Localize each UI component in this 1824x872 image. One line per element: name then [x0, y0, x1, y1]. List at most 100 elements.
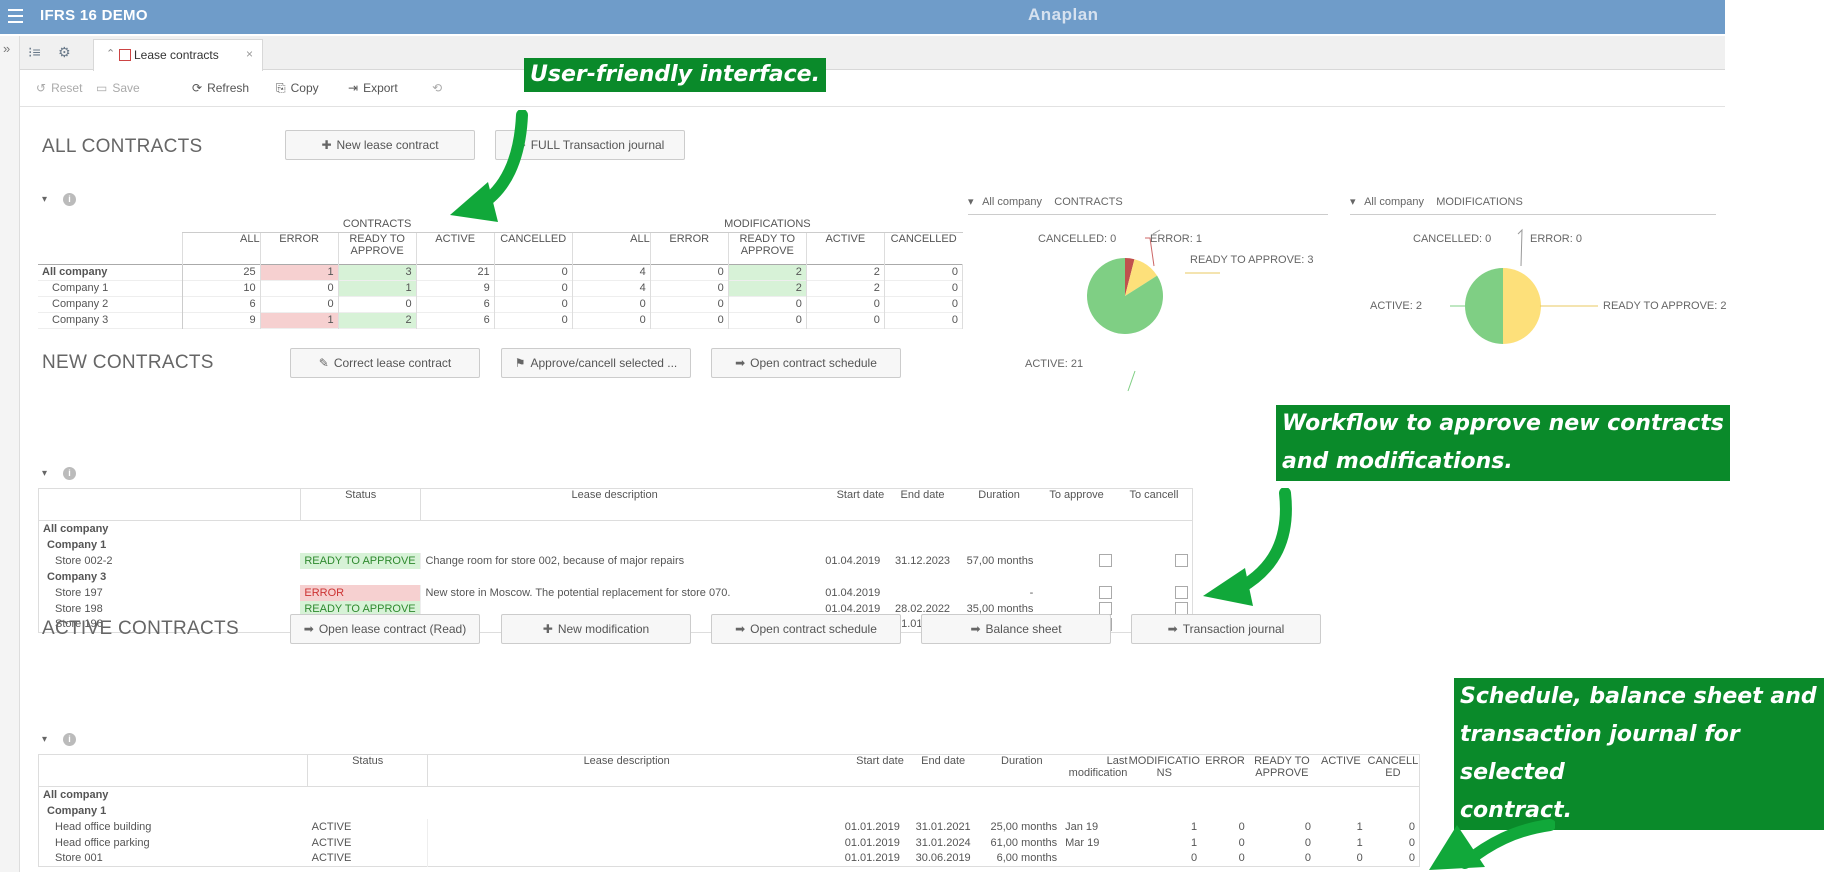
- row-label[interactable]: Company 1: [38, 280, 183, 296]
- table-cell[interactable]: 0: [494, 264, 573, 280]
- row-label[interactable]: Head office parking: [39, 835, 308, 851]
- table-row[interactable]: Store 002-2 READY TO APPROVE Change room…: [39, 552, 1193, 569]
- ready-cell[interactable]: 0: [1249, 819, 1315, 835]
- new-modification-button[interactable]: ✚ New modification: [501, 614, 691, 644]
- col-modifications[interactable]: MODIFICATIO NS: [1127, 755, 1201, 787]
- export-button[interactable]: ⇥ Export: [348, 81, 398, 95]
- col-to-approve[interactable]: To approve: [1037, 489, 1116, 521]
- error-cell[interactable]: 0: [1201, 835, 1249, 851]
- table-cell[interactable]: 0: [494, 296, 573, 312]
- back-icon[interactable]: ⟲: [432, 81, 442, 95]
- summary-col-header[interactable]: READY TO APPROVE: [727, 232, 807, 264]
- open-contract-schedule-button[interactable]: ➡ Open contract schedule: [711, 348, 901, 378]
- start-date-cell[interactable]: 01.01.2019: [825, 835, 904, 851]
- hamburger-menu-icon[interactable]: [8, 9, 23, 23]
- left-rail[interactable]: »: [0, 36, 20, 872]
- table-cell[interactable]: 0: [572, 296, 651, 312]
- table-cell[interactable]: 2: [338, 312, 417, 328]
- col-status[interactable]: Status: [299, 488, 421, 521]
- table-cell[interactable]: 0: [338, 296, 417, 312]
- cancelled-cell[interactable]: 0: [1367, 819, 1420, 835]
- modifications-cell[interactable]: 1: [1127, 835, 1201, 851]
- pie-company-label[interactable]: All company: [1364, 196, 1424, 208]
- table-cell[interactable]: 0: [494, 312, 573, 328]
- table-row[interactable]: Store 001 ACTIVE 01.01.2019 30.06.2019 6…: [39, 850, 1420, 867]
- start-date-cell[interactable]: 01.01.2019: [825, 851, 904, 867]
- collapse-icon[interactable]: ▾: [968, 196, 974, 208]
- table-cell[interactable]: 0: [260, 296, 339, 312]
- table-cell[interactable]: 25: [182, 264, 261, 280]
- last-modification-cell[interactable]: Jan 19: [1061, 819, 1127, 835]
- pin-icon[interactable]: ⌃: [106, 47, 115, 60]
- table-cell[interactable]: 9: [182, 312, 261, 328]
- table-cell[interactable]: 21: [416, 264, 495, 280]
- description-cell[interactable]: New store in Moscow. The potential repla…: [420, 584, 808, 601]
- table-cell[interactable]: 0: [650, 280, 729, 296]
- end-date-cell[interactable]: 31.01.2024: [904, 835, 983, 851]
- info-icon[interactable]: i: [63, 733, 76, 746]
- cancelled-cell[interactable]: 0: [1367, 851, 1420, 867]
- row-label[interactable]: Store 198: [39, 601, 301, 617]
- info-icon[interactable]: i: [63, 193, 76, 206]
- table-cell[interactable]: 6: [416, 296, 495, 312]
- start-date-cell[interactable]: 01.01.2019: [825, 819, 904, 835]
- expand-rail-icon[interactable]: »: [3, 41, 10, 56]
- col-status[interactable]: Status: [307, 754, 428, 787]
- table-cell[interactable]: 0: [650, 296, 729, 312]
- reset-button[interactable]: ↺ Reset: [36, 81, 82, 95]
- modifications-cell[interactable]: 0: [1127, 851, 1201, 867]
- table-cell[interactable]: 0: [650, 264, 729, 280]
- last-modification-cell[interactable]: Mar 19: [1061, 835, 1127, 851]
- table-cell[interactable]: 2: [728, 280, 807, 296]
- modifications-cell[interactable]: 1: [1127, 819, 1201, 835]
- to-approve-checkbox[interactable]: [1098, 586, 1112, 599]
- balance-sheet-button[interactable]: ➡ Balance sheet: [921, 614, 1111, 644]
- col-duration[interactable]: Duration: [982, 755, 1061, 787]
- col-description[interactable]: Lease description: [420, 488, 808, 521]
- summary-col-header[interactable]: CANCELLED: [883, 232, 963, 264]
- table-row[interactable]: Company 1 10 0 1 9 0 4 0 2 2 0: [38, 280, 964, 296]
- cancelled-cell[interactable]: 0: [1367, 835, 1420, 851]
- description-cell[interactable]: [427, 818, 826, 835]
- summary-col-header[interactable]: ERROR: [259, 232, 339, 264]
- col-last-modification[interactable]: Last modification: [1061, 755, 1128, 787]
- row-group-company-1[interactable]: Company 1: [39, 537, 301, 553]
- col-duration[interactable]: Duration: [961, 489, 1038, 521]
- end-date-cell[interactable]: 31.12.2023: [884, 553, 961, 569]
- table-row[interactable]: Head office parking ACTIVE 01.01.2019 31…: [39, 834, 1420, 851]
- table-cell[interactable]: 0: [806, 296, 885, 312]
- error-cell[interactable]: 0: [1201, 851, 1249, 867]
- table-cell[interactable]: 1: [260, 312, 339, 328]
- table-cell[interactable]: 0: [806, 312, 885, 328]
- table-cell[interactable]: 6: [416, 312, 495, 328]
- save-button[interactable]: ▭ Save: [96, 81, 140, 95]
- row-group-all-company[interactable]: All company: [39, 521, 301, 537]
- tab-lease-contracts[interactable]: ⌃ Lease contracts ×: [93, 39, 263, 71]
- start-date-cell[interactable]: 01.04.2019: [808, 585, 885, 601]
- end-date-cell[interactable]: [884, 585, 961, 601]
- table-cell[interactable]: 2: [806, 280, 885, 296]
- table-row[interactable]: Head office building ACTIVE 01.01.2019 3…: [39, 818, 1420, 835]
- summary-col-header[interactable]: READY TO APPROVE: [337, 232, 417, 264]
- summary-col-header[interactable]: ACTIVE: [805, 232, 885, 264]
- active-cell[interactable]: 1: [1315, 819, 1367, 835]
- table-row[interactable]: All company 25 1 3 21 0 4 0 2 2 0: [38, 264, 964, 280]
- status-cell[interactable]: ACTIVE: [308, 819, 428, 835]
- summary-col-header[interactable]: ALL: [571, 232, 651, 264]
- end-date-cell[interactable]: 31.01.2021: [904, 819, 983, 835]
- summary-col-header[interactable]: ERROR: [649, 232, 729, 264]
- table-cell[interactable]: 9: [416, 280, 495, 296]
- row-label[interactable]: Store 002-2: [39, 553, 301, 569]
- status-cell[interactable]: ACTIVE: [308, 851, 428, 867]
- copy-button[interactable]: ⎘ Copy: [276, 81, 319, 96]
- table-cell[interactable]: 0: [572, 312, 651, 328]
- col-error[interactable]: ERROR: [1201, 755, 1249, 787]
- duration-cell[interactable]: -: [961, 585, 1038, 601]
- table-cell[interactable]: 0: [884, 296, 964, 312]
- row-group-company-1[interactable]: Company 1: [39, 803, 308, 819]
- pie-company-label[interactable]: All company: [982, 196, 1042, 208]
- row-label[interactable]: Store 001: [39, 851, 308, 867]
- table-cell[interactable]: 2: [728, 264, 807, 280]
- close-icon[interactable]: ×: [246, 47, 253, 61]
- active-cell[interactable]: 0: [1315, 851, 1367, 867]
